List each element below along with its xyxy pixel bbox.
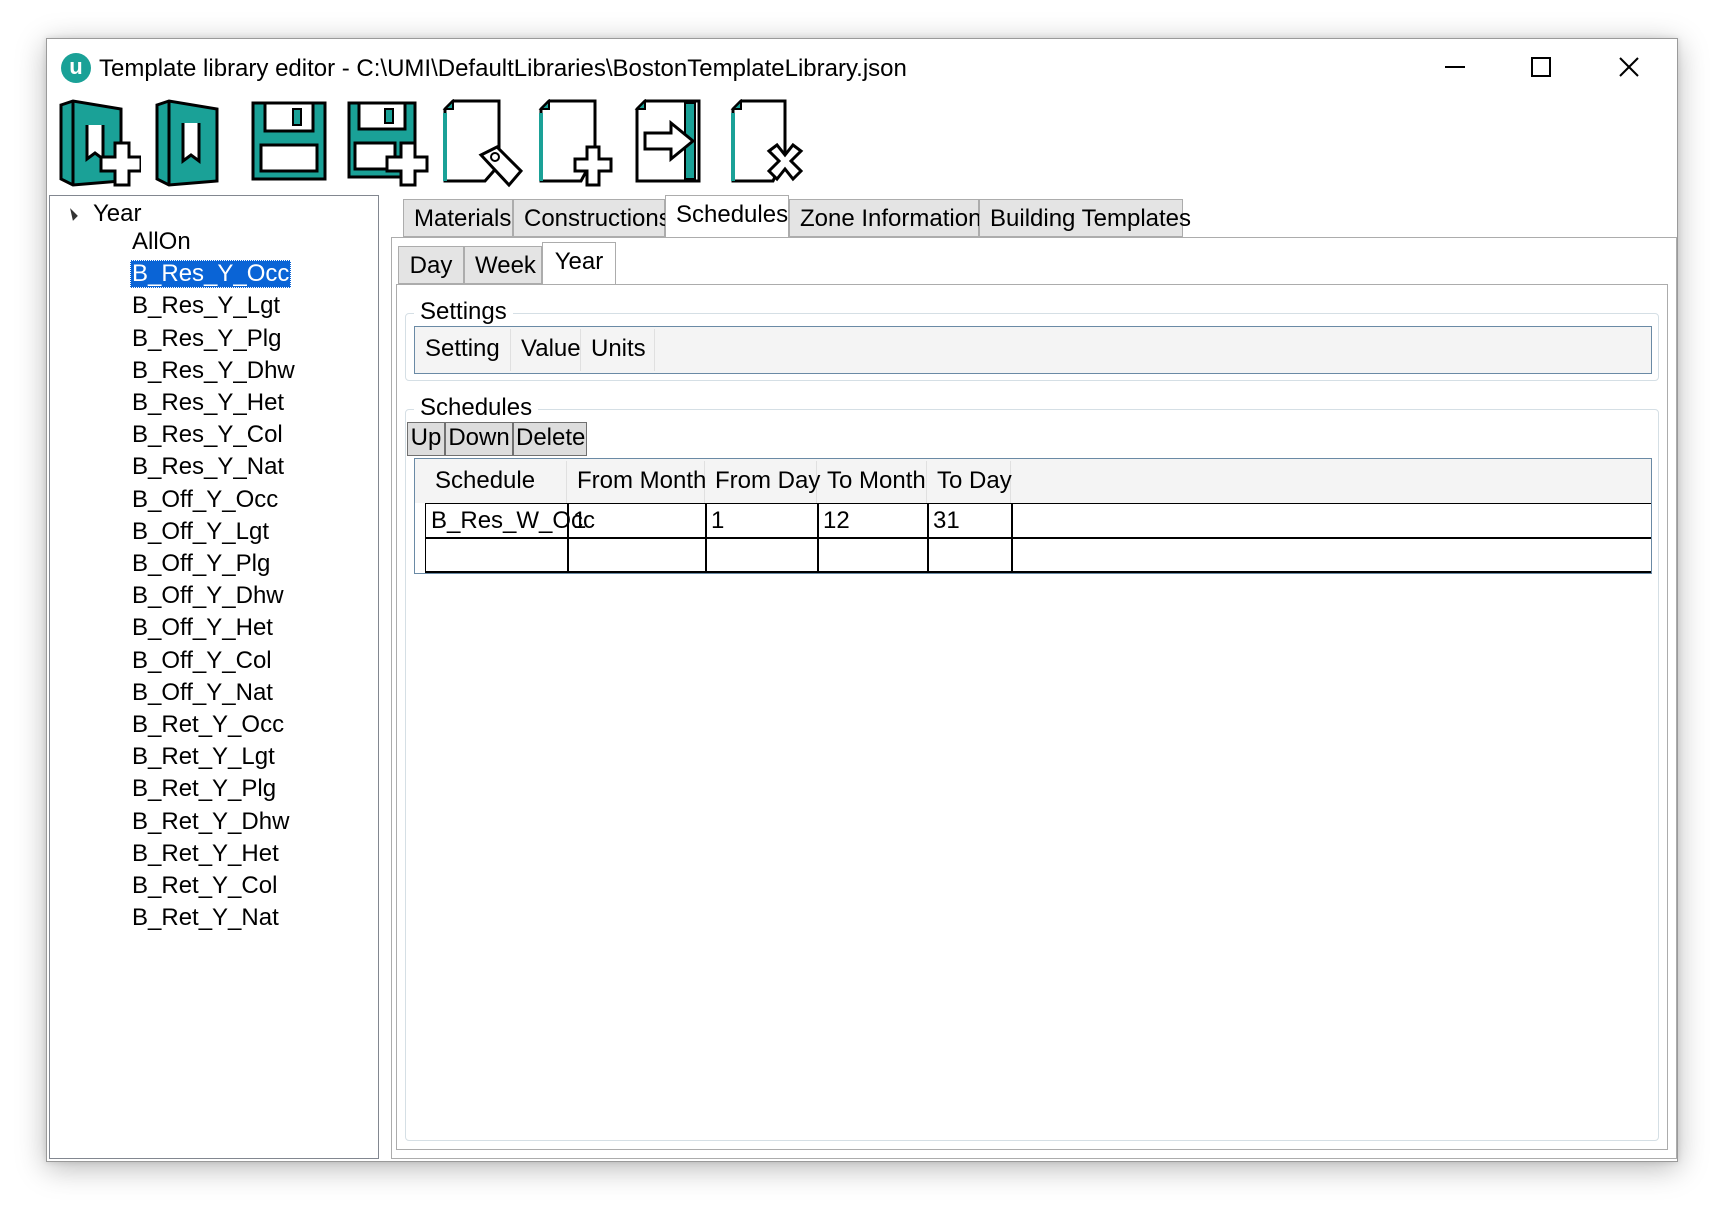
col-from-month[interactable]: From Month bbox=[567, 461, 706, 503]
settings-group-title: Settings bbox=[414, 298, 513, 326]
editor-pane: Materials Constructions Schedules Zone I… bbox=[391, 195, 1677, 1161]
app-logo-icon: u bbox=[61, 53, 91, 83]
down-button[interactable]: Down bbox=[445, 422, 513, 456]
new-library-icon bbox=[59, 99, 141, 187]
schedules-tab-panel: Day Week Year Settings Setting Value Uni… bbox=[391, 237, 1677, 1159]
tree-item[interactable]: B_Ret_Y_Het bbox=[130, 840, 281, 868]
tree-item[interactable]: B_Res_Y_Nat bbox=[130, 453, 286, 481]
tree-item[interactable]: B_Res_Y_Plg bbox=[130, 325, 283, 353]
tab-building-templates[interactable]: Building Templates bbox=[979, 199, 1191, 237]
tree-item[interactable]: B_Off_Y_Col bbox=[130, 647, 274, 675]
close-button[interactable] bbox=[1597, 45, 1661, 89]
minimize-icon bbox=[1445, 66, 1465, 68]
col-from-day[interactable]: From Day bbox=[705, 461, 820, 503]
tree-item[interactable]: B_Off_Y_Het bbox=[130, 614, 275, 642]
tag-document-icon bbox=[442, 99, 524, 188]
tree-item[interactable]: B_Res_Y_Lgt bbox=[130, 292, 282, 320]
collapse-arrow-icon[interactable] bbox=[65, 207, 78, 221]
col-schedule[interactable]: Schedule bbox=[425, 461, 567, 503]
tree-item[interactable]: B_Ret_Y_Lgt bbox=[130, 743, 277, 771]
tree-item[interactable]: AllOn bbox=[130, 228, 193, 256]
cell-to-month[interactable] bbox=[817, 537, 927, 571]
col-to-day[interactable]: To Day bbox=[927, 461, 1012, 503]
up-button[interactable]: Up bbox=[407, 422, 445, 456]
tab-constructions[interactable]: Constructions bbox=[513, 199, 671, 237]
cell-from-day[interactable]: 1 bbox=[705, 503, 817, 537]
maximize-icon bbox=[1531, 57, 1551, 77]
tree-item[interactable]: B_Res_Y_Occ bbox=[130, 260, 292, 289]
title-bar: u Template library editor - C:\UMI\Defau… bbox=[47, 39, 1677, 95]
tree-item[interactable]: B_Ret_Y_Nat bbox=[130, 904, 281, 932]
tree-item[interactable]: B_Off_Y_Nat bbox=[130, 679, 275, 707]
tree-item[interactable]: B_Off_Y_Plg bbox=[130, 550, 272, 578]
tree-root-year[interactable]: Year bbox=[64, 200, 142, 228]
cell-to-month[interactable]: 12 bbox=[817, 503, 927, 537]
tree-item[interactable]: B_Off_Y_Dhw bbox=[130, 582, 286, 610]
tree-item[interactable]: B_Ret_Y_Plg bbox=[130, 775, 278, 803]
year-panel: Settings Setting Value Units Schedules U… bbox=[396, 284, 1668, 1150]
minimize-button[interactable] bbox=[1423, 45, 1487, 89]
subtab-year[interactable]: Year bbox=[542, 242, 616, 284]
cell-from-month[interactable] bbox=[567, 537, 705, 571]
tree-item[interactable]: B_Ret_Y_Occ bbox=[130, 711, 286, 739]
tab-materials[interactable]: Materials bbox=[403, 199, 513, 237]
subtab-day[interactable]: Day bbox=[398, 246, 464, 284]
cell-from-month[interactable]: 1 bbox=[567, 503, 705, 537]
tree-item[interactable]: B_Ret_Y_Col bbox=[130, 872, 279, 900]
tab-zone-information[interactable]: Zone Information bbox=[789, 199, 981, 237]
save-icon bbox=[251, 101, 327, 181]
settings-col-units[interactable]: Units bbox=[581, 329, 655, 371]
settings-col-setting[interactable]: Setting bbox=[415, 329, 511, 371]
cell-to-day[interactable]: 31 bbox=[927, 503, 1011, 537]
schedule-tree[interactable]: Year AllOn B_Res_Y_Occ B_Res_Y_Lgt B_Res_Y_… bbox=[49, 195, 379, 1159]
delete-document-icon bbox=[730, 99, 804, 183]
cell-from-day[interactable] bbox=[705, 537, 817, 571]
schedules-group-title: Schedules bbox=[414, 394, 539, 422]
settings-grid[interactable]: Setting Value Units bbox=[414, 326, 1652, 374]
tree-item[interactable]: B_Res_Y_Col bbox=[130, 421, 285, 449]
tree-item[interactable]: B_Res_Y_Dhw bbox=[130, 357, 297, 385]
maximize-button[interactable] bbox=[1509, 45, 1573, 89]
close-icon bbox=[1619, 57, 1639, 77]
editor-window: u Template library editor - C:\UMI\Defau… bbox=[46, 38, 1678, 1162]
col-to-month[interactable]: To Month bbox=[817, 461, 927, 503]
export-document-icon bbox=[634, 99, 701, 183]
tree-item[interactable]: B_Off_Y_Occ bbox=[130, 486, 280, 514]
schedules-group: Schedules Up Down Delete Schedule From M… bbox=[405, 394, 1659, 1141]
window-title: Template library editor - C:\UMI\Default… bbox=[99, 55, 907, 82]
delete-button[interactable]: Delete bbox=[513, 422, 587, 456]
tree-item[interactable]: B_Res_Y_Het bbox=[130, 389, 286, 417]
cell-to-day[interactable] bbox=[927, 537, 1011, 571]
cell-schedule[interactable] bbox=[425, 537, 567, 571]
tree-root-label: Year bbox=[93, 200, 142, 227]
save-as-icon bbox=[347, 101, 429, 187]
tree-item[interactable]: B_Off_Y_Lgt bbox=[130, 518, 271, 546]
tab-schedules[interactable]: Schedules bbox=[665, 195, 789, 237]
settings-group: Settings Setting Value Units bbox=[405, 298, 1659, 381]
settings-col-value[interactable]: Value bbox=[511, 329, 581, 371]
new-document-icon bbox=[538, 99, 613, 187]
subtab-week[interactable]: Week bbox=[464, 246, 542, 284]
cell-schedule[interactable]: B_Res_W_Occ bbox=[425, 503, 595, 537]
open-library-icon bbox=[155, 99, 219, 187]
schedules-grid[interactable]: Schedule From Month From Day To Month To… bbox=[414, 458, 1652, 574]
tree-item[interactable]: B_Ret_Y_Dhw bbox=[130, 808, 291, 836]
